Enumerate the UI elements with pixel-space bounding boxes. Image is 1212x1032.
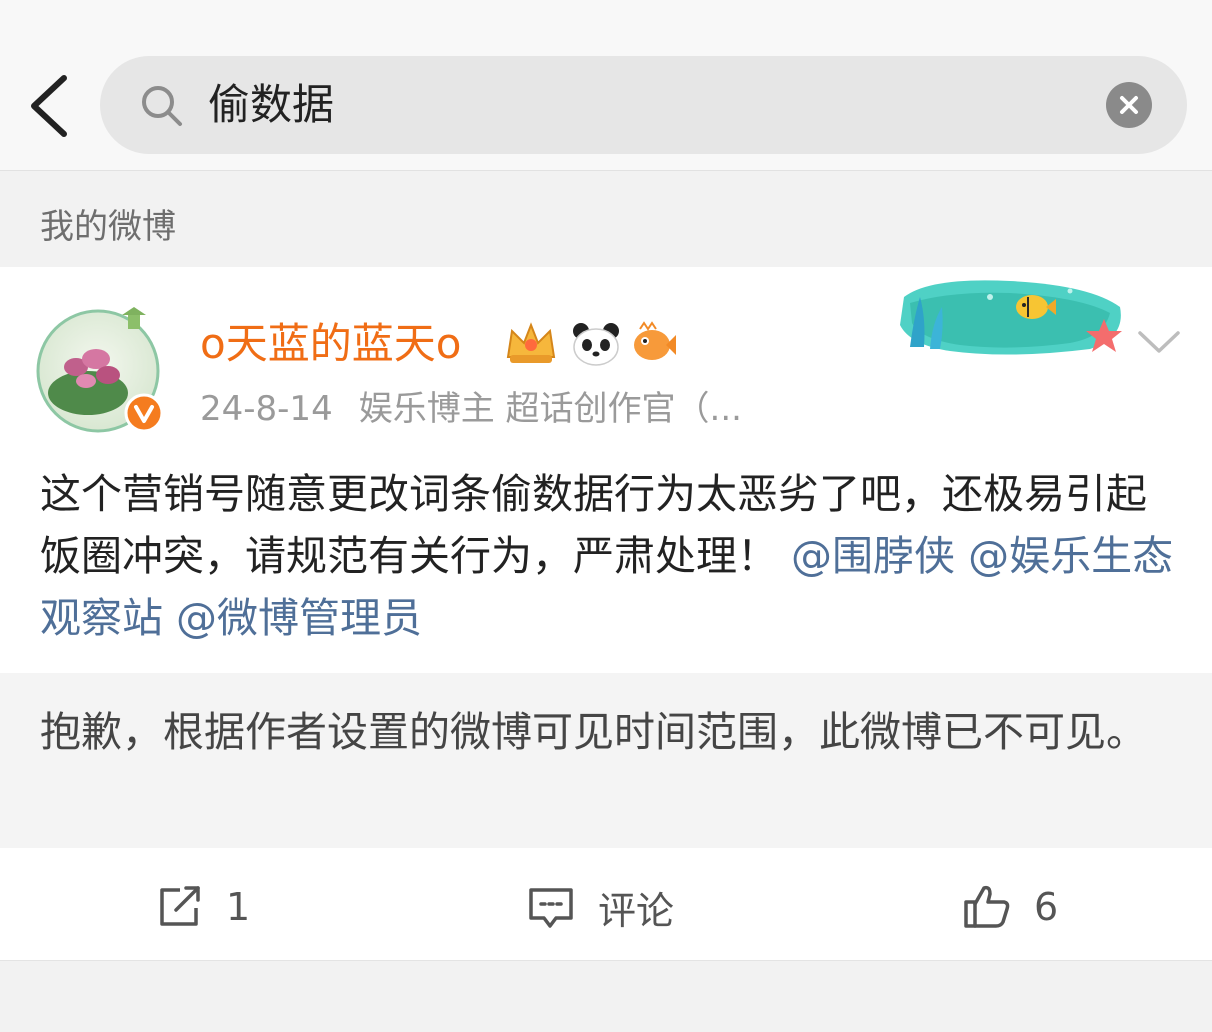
- notice-text: 抱歉，根据作者设置的微博可见时间范围，此微博已不可见。: [40, 708, 1147, 756]
- panda-badge-icon[interactable]: [571, 321, 621, 367]
- search-input[interactable]: 偷数据: [100, 56, 1187, 154]
- comment-button[interactable]: 评论: [526, 882, 675, 933]
- like-icon: [964, 885, 1010, 928]
- chevron-down-icon[interactable]: [1134, 325, 1184, 359]
- crown-badge-icon[interactable]: [502, 319, 560, 367]
- action-bar: 1 评论 6: [0, 848, 1212, 961]
- like-button[interactable]: 6: [962, 882, 1058, 932]
- comment-icon: [529, 888, 573, 928]
- post-text: 这个营销号随意更改词条偷数据行为太恶劣了吧，还极易引起饭圈冲突，请规范有关行为，…: [40, 463, 1180, 649]
- mention-link[interactable]: @微博管理员: [176, 594, 422, 642]
- back-arrow-icon: [31, 75, 67, 137]
- post-date: 24-8-14: [200, 389, 333, 429]
- repost-icon: [160, 886, 200, 926]
- top-bar: 偷数据: [0, 0, 1212, 171]
- repost-button[interactable]: 1: [156, 882, 250, 932]
- repost-count: 1: [226, 885, 251, 929]
- search-icon: [142, 86, 182, 126]
- author-role: 娱乐博主 超话创作官（...: [358, 389, 742, 429]
- post-meta: 24-8-14 娱乐博主 超话创作官（...: [200, 385, 742, 433]
- post-card[interactable]: o天蓝的蓝天o 24-8-14 娱乐博主 超话创作官（... 这个营销号随意更改…: [0, 267, 1212, 673]
- visibility-notice: 抱歉，根据作者设置的微博可见时间范围，此微博已不可见。: [0, 673, 1212, 848]
- fish-badge-icon[interactable]: [630, 321, 678, 365]
- mention-link[interactable]: @围脖侠: [791, 532, 955, 580]
- verified-icon: [124, 393, 164, 433]
- like-count: 6: [1034, 885, 1059, 929]
- ocean-card-decoration: [900, 280, 1122, 355]
- avatar[interactable]: [36, 297, 164, 433]
- username[interactable]: o天蓝的蓝天o: [200, 315, 461, 373]
- back-button[interactable]: [24, 70, 76, 140]
- comment-label: 评论: [598, 888, 675, 933]
- search-query[interactable]: 偷数据: [208, 78, 334, 132]
- clear-icon: [1120, 96, 1138, 114]
- clear-search-button[interactable]: [1106, 82, 1152, 128]
- section-label: 我的微博: [40, 207, 176, 247]
